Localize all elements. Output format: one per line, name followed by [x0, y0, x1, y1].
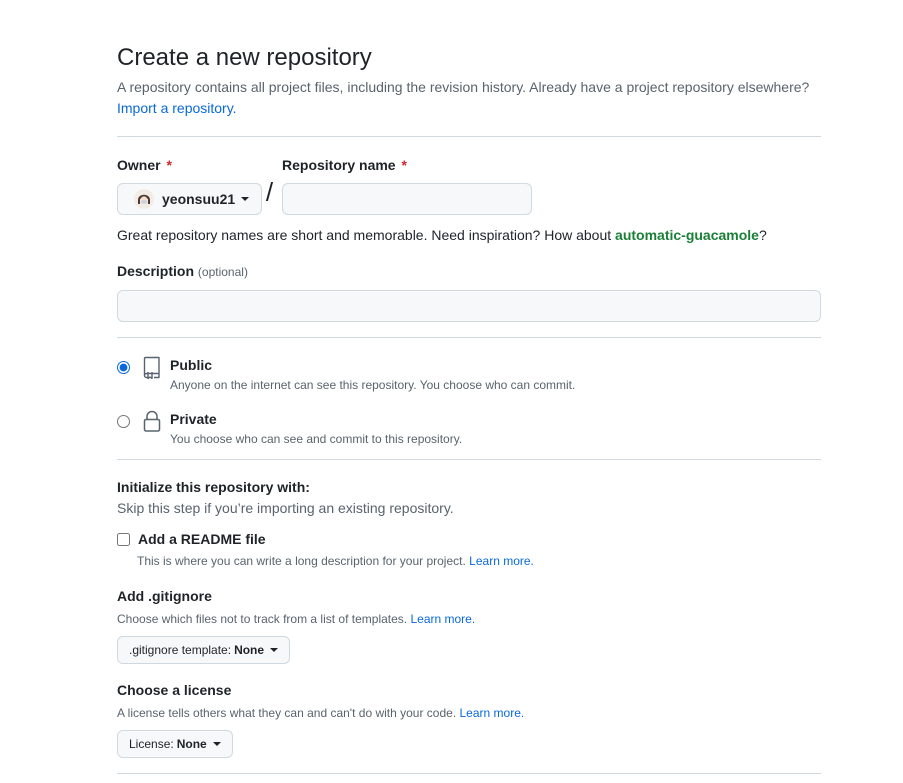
- readme-learn-more-link[interactable]: Learn more.: [469, 554, 534, 568]
- name-hint: Great repository names are short and mem…: [117, 227, 767, 243]
- required-mark: *: [166, 157, 172, 173]
- repository-name-field: Repository name *: [282, 155, 582, 215]
- chevron-down-icon: [270, 648, 279, 652]
- public-description: Anyone on the internet can see this repo…: [170, 378, 576, 392]
- visibility-option-public[interactable]: Public Anyone on the internet can see th…: [117, 355, 821, 409]
- private-title: Private: [170, 411, 217, 427]
- import-repository-link[interactable]: Import a repository.: [117, 100, 237, 116]
- repo-icon: [143, 356, 160, 379]
- gitignore-learn-more-link[interactable]: Learn more.: [410, 612, 475, 626]
- chevron-down-icon: [241, 197, 250, 201]
- visibility-option-private[interactable]: Private You choose who can see and commi…: [117, 409, 821, 463]
- page-subtitle: A repository contains all project files,…: [117, 77, 821, 119]
- divider: [117, 136, 821, 137]
- owner-dropdown-button[interactable]: yeonsuu21: [117, 183, 263, 215]
- owner-label: Owner *: [117, 157, 172, 173]
- private-description: You choose who can see and commit to thi…: [170, 432, 463, 446]
- private-option-text: Private You choose who can see and commi…: [170, 409, 462, 448]
- subtitle-text: A repository contains all project files,…: [117, 79, 810, 95]
- page-title: Create a new repository: [117, 44, 372, 71]
- repository-name-label: Repository name *: [282, 157, 407, 173]
- license-description: A license tells others what they can and…: [117, 706, 525, 720]
- readme-checkbox[interactable]: [117, 532, 130, 546]
- owner-field: Owner * yeonsuu21: [117, 155, 263, 215]
- readme-description: This is where you can write a long descr…: [137, 554, 534, 568]
- public-option-text: Public Anyone on the internet can see th…: [170, 355, 575, 394]
- license-section: Choose a license A license tells others …: [117, 680, 821, 758]
- required-mark: *: [401, 157, 407, 173]
- gitignore-template-button[interactable]: .gitignore template: None: [117, 636, 291, 664]
- divider: [117, 773, 821, 774]
- avatar: [134, 189, 154, 209]
- divider: [117, 337, 821, 338]
- readme-label: Add a README file: [138, 531, 266, 547]
- gitignore-button-label: .gitignore template:: [129, 643, 232, 657]
- gitignore-section: Add .gitignore Choose which files not to…: [117, 586, 821, 664]
- license-button-label: License:: [129, 737, 174, 751]
- description-input[interactable]: [117, 290, 821, 322]
- divider: [117, 459, 821, 460]
- license-button-value: None: [176, 737, 207, 751]
- name-suggestion-link[interactable]: automatic-guacamole: [615, 227, 759, 243]
- license-button[interactable]: License: None: [117, 730, 233, 758]
- initialize-subtitle: Skip this step if you’re importing an ex…: [117, 500, 454, 516]
- form-container: Create a new repository A repository con…: [117, 42, 821, 774]
- description-field: Description (optional): [117, 261, 821, 322]
- optional-note: (optional): [197, 265, 248, 279]
- repository-name-input[interactable]: [282, 183, 532, 215]
- initialize-title: Initialize this repository with:: [117, 479, 310, 495]
- owner-name-separator: /: [265, 177, 274, 207]
- license-title: Choose a license: [117, 682, 232, 698]
- public-radio[interactable]: [117, 361, 130, 374]
- private-radio[interactable]: [117, 415, 130, 428]
- new-repository-page: Create a new repository A repository con…: [0, 0, 903, 783]
- initialize-section: Initialize this repository with: Skip th…: [117, 477, 821, 570]
- gitignore-button-value: None: [234, 643, 265, 657]
- public-title: Public: [170, 357, 213, 373]
- owner-value: yeonsuu21: [162, 191, 236, 207]
- description-label: Description (optional): [117, 263, 248, 279]
- visibility-options: Public Anyone on the internet can see th…: [117, 355, 821, 463]
- gitignore-description: Choose which files not to track from a l…: [117, 612, 476, 626]
- owner-name-row: Owner * yeonsuu21 / Repository name *: [117, 155, 821, 215]
- gitignore-title: Add .gitignore: [117, 588, 212, 604]
- license-learn-more-link[interactable]: Learn more.: [460, 706, 525, 720]
- lock-icon: [143, 410, 161, 432]
- chevron-down-icon: [212, 742, 221, 746]
- readme-option[interactable]: Add a README file: [117, 528, 821, 550]
